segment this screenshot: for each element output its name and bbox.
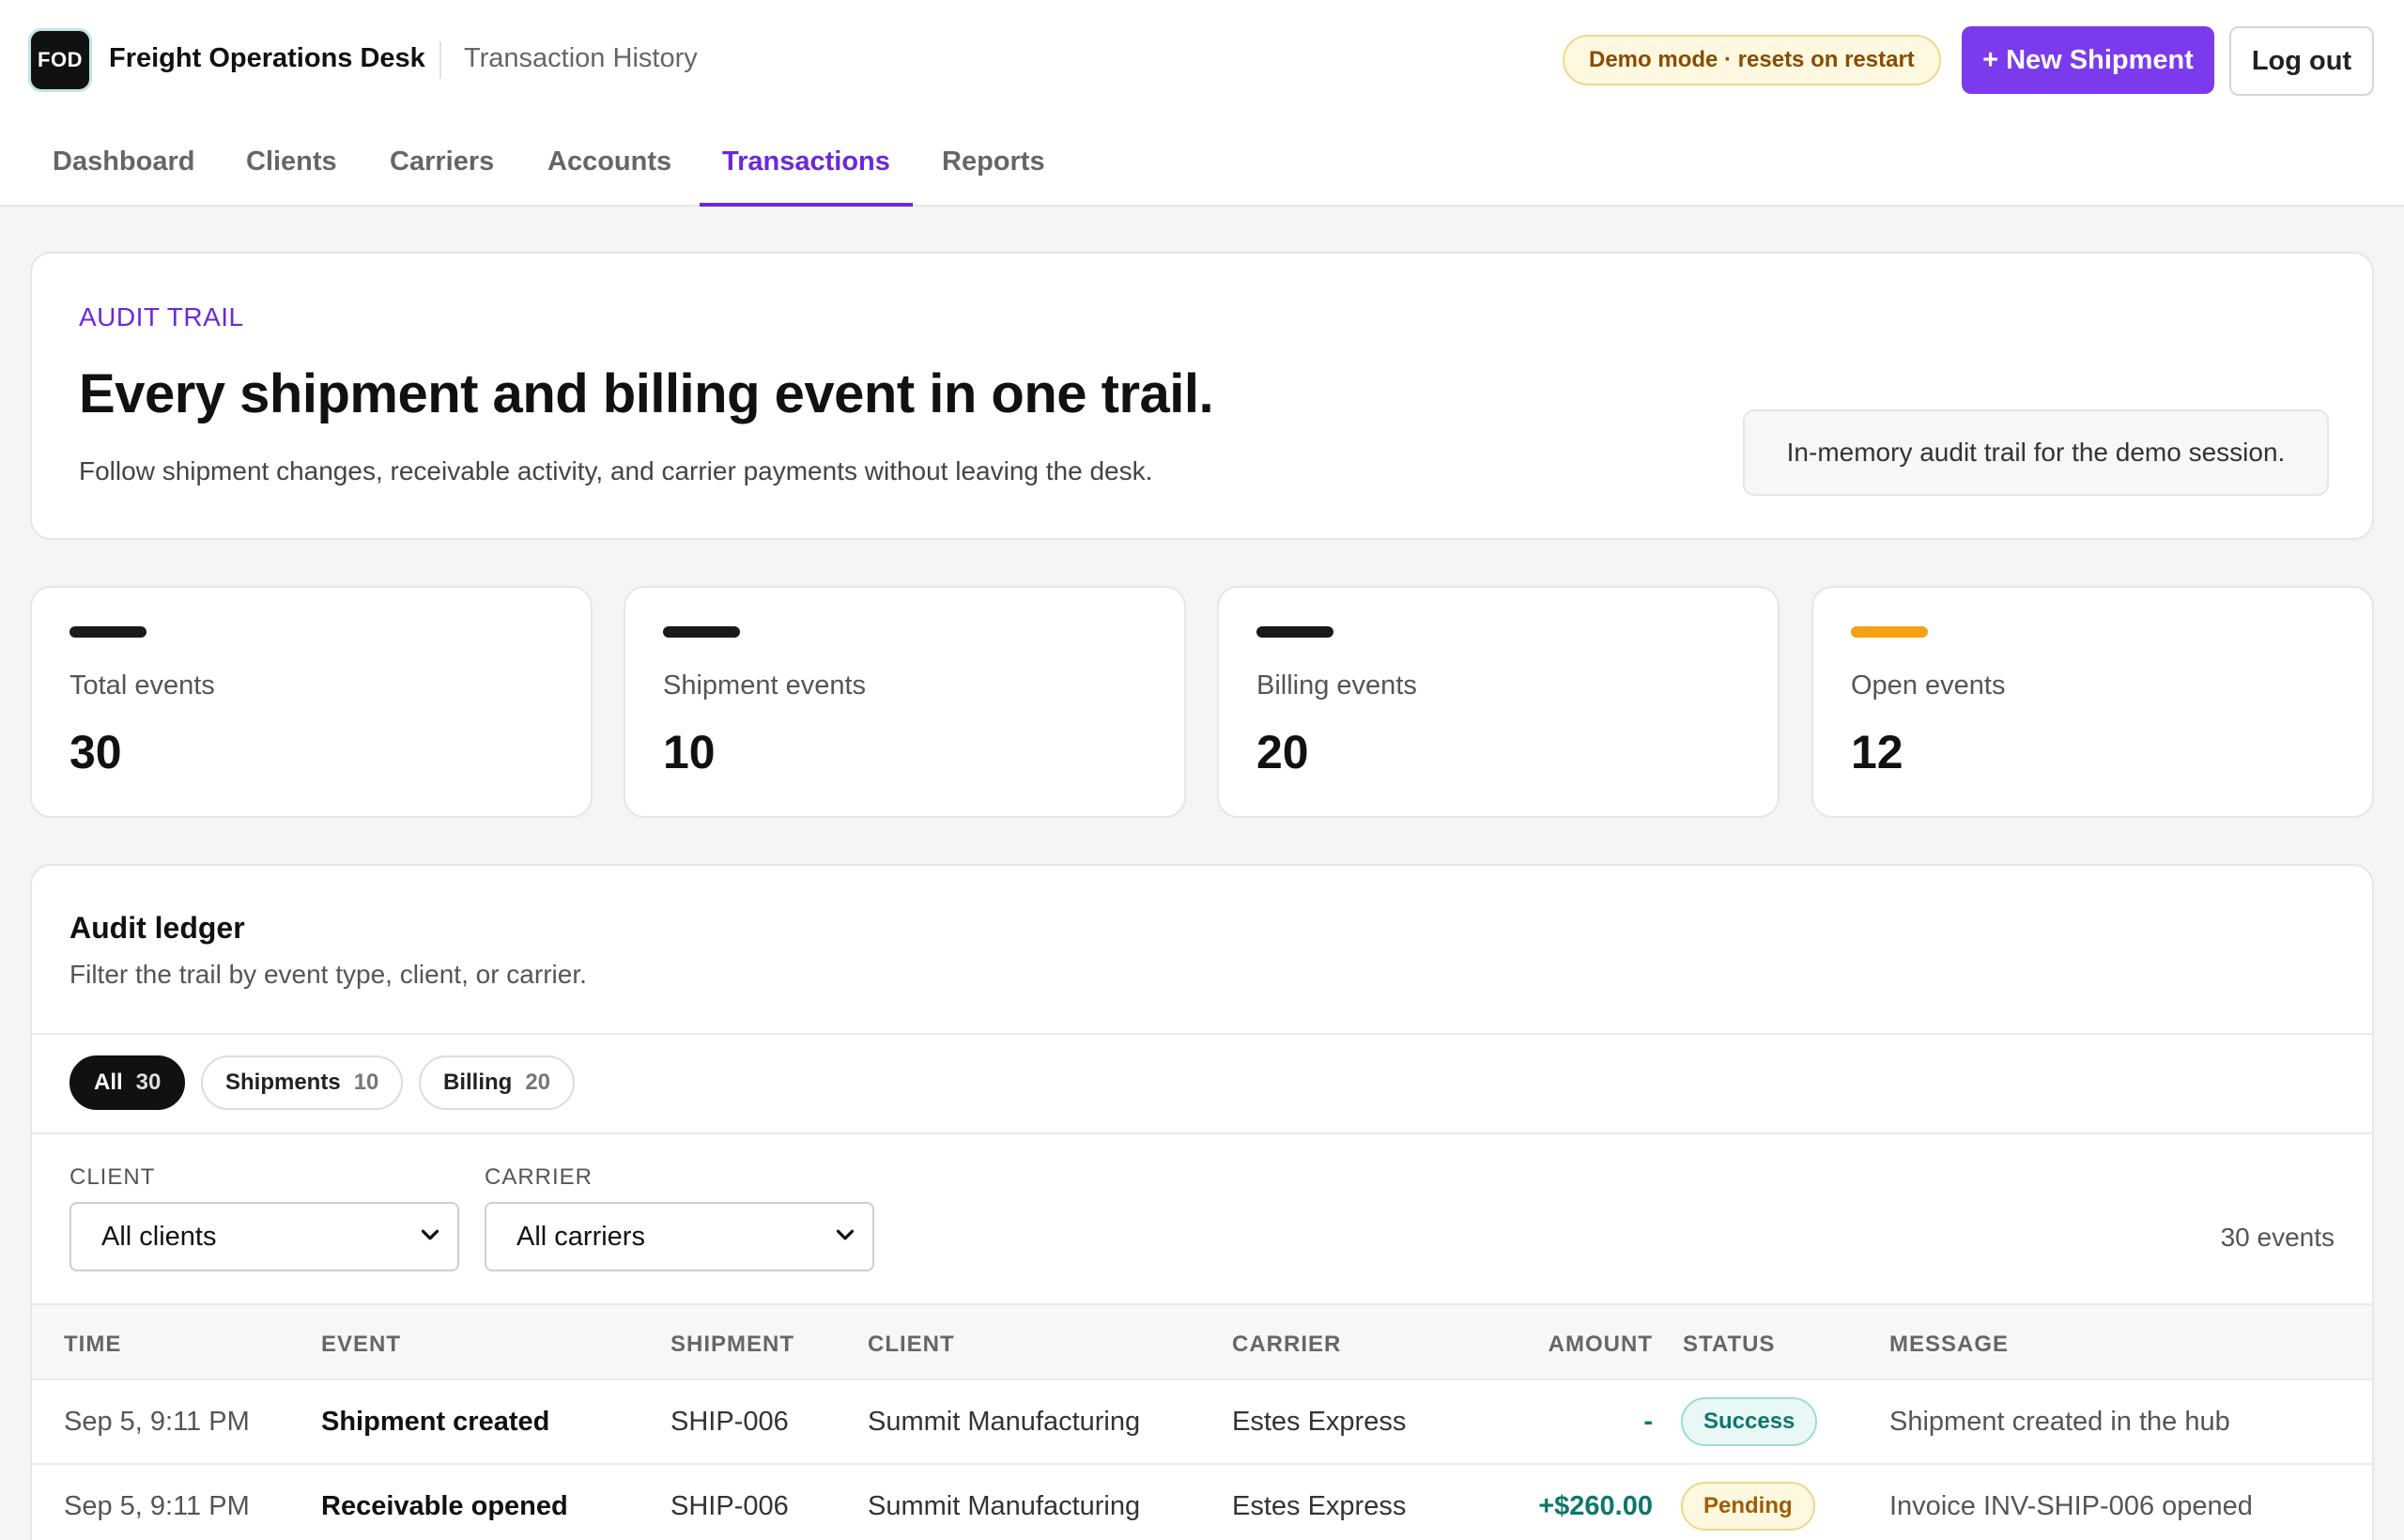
- stat-label: Open events: [1851, 670, 2006, 701]
- cell-message: Invoice INV-SHIP-006 opened: [1889, 1491, 2253, 1521]
- client-select-value: All clients: [101, 1221, 217, 1252]
- column-header-event: EVENT: [321, 1332, 402, 1357]
- app-logo[interactable]: FOD: [28, 28, 92, 92]
- stat-value: 30: [69, 726, 122, 778]
- carrier-select[interactable]: All carriers: [485, 1202, 874, 1271]
- cell-shipment[interactable]: SHIP-006: [670, 1491, 789, 1522]
- cell-carrier: Estes Express: [1232, 1407, 1407, 1437]
- ledger-subtitle: Filter the trail by event type, client, …: [69, 960, 587, 989]
- carrier-filter-label: CARRIER: [485, 1164, 593, 1190]
- stat-accent-bar: [1256, 626, 1333, 638]
- tab-transactions[interactable]: Transactions: [700, 131, 913, 207]
- audit-ledger-card: Audit ledger Filter the trail by event t…: [30, 864, 2374, 1540]
- chevron-down-icon: [421, 1229, 439, 1240]
- cell-time: Sep 5, 9:11 PM: [64, 1407, 250, 1437]
- stat-card-total-events: Total events 30: [30, 586, 593, 818]
- stat-value: 20: [1256, 726, 1309, 778]
- pill-label: Billing: [443, 1070, 513, 1095]
- hero-kicker: AUDIT TRAIL: [79, 302, 244, 331]
- filter-pill-all[interactable]: All 30: [69, 1055, 186, 1110]
- carrier-select-value: All carriers: [516, 1221, 645, 1252]
- cell-amount: -: [1643, 1407, 1653, 1437]
- table-header: TIME EVENT SHIPMENT CLIENT CARRIER AMOUN…: [32, 1303, 2372, 1378]
- audit-trail-hero: AUDIT TRAIL Every shipment and billing e…: [30, 252, 2374, 540]
- client-select[interactable]: All clients: [69, 1202, 459, 1271]
- new-shipment-button[interactable]: + New Shipment: [1962, 26, 2214, 94]
- divider: [32, 1132, 2372, 1134]
- chevron-down-icon: [836, 1229, 855, 1240]
- column-header-shipment: SHIPMENT: [670, 1332, 795, 1357]
- cell-client: Summit Manufacturing: [868, 1407, 1141, 1437]
- tab-clients[interactable]: Clients: [223, 131, 360, 207]
- stat-accent-bar: [1851, 626, 1928, 638]
- cell-client: Summit Manufacturing: [868, 1491, 1141, 1521]
- ledger-title: Audit ledger: [69, 911, 245, 945]
- column-header-status: STATUS: [1683, 1332, 1776, 1357]
- pill-label: All: [94, 1070, 123, 1095]
- stat-value: 12: [1851, 726, 1903, 778]
- stat-accent-bar: [69, 626, 146, 638]
- pill-label: Shipments: [225, 1070, 341, 1095]
- pill-count: 30: [135, 1070, 162, 1095]
- cell-message: Shipment created in the hub: [1889, 1407, 2230, 1437]
- status-badge: Success: [1681, 1397, 1818, 1446]
- stat-accent-bar: [663, 626, 740, 638]
- stat-card-shipment-events: Shipment events 10: [624, 586, 1186, 818]
- column-header-carrier: CARRIER: [1232, 1332, 1342, 1357]
- stat-card-billing-events: Billing events 20: [1217, 586, 1780, 818]
- status-badge: Pending: [1681, 1482, 1815, 1531]
- table-row[interactable]: Sep 5, 9:11 PM Shipment created SHIP-006…: [32, 1378, 2372, 1463]
- events-count: 30 events: [2220, 1223, 2335, 1252]
- logout-button[interactable]: Log out: [2229, 26, 2374, 96]
- column-header-client: CLIENT: [868, 1332, 955, 1357]
- column-header-time: TIME: [64, 1332, 122, 1357]
- hero-subtitle: Follow shipment changes, receivable acti…: [79, 456, 1153, 485]
- pill-count: 20: [525, 1070, 551, 1095]
- pill-count: 10: [353, 1070, 379, 1095]
- tab-accounts[interactable]: Accounts: [525, 131, 694, 207]
- hero-title: Every shipment and billing event in one …: [79, 363, 1214, 424]
- stat-label: Billing events: [1256, 670, 1417, 701]
- column-header-message: MESSAGE: [1889, 1332, 2010, 1357]
- tab-carriers[interactable]: Carriers: [367, 131, 516, 207]
- cell-shipment[interactable]: SHIP-006: [670, 1407, 789, 1438]
- stat-value: 10: [663, 726, 716, 778]
- stat-label: Shipment events: [663, 670, 867, 701]
- divider: [32, 1033, 2372, 1035]
- demo-mode-badge: Demo mode · resets on restart: [1563, 35, 1941, 85]
- filter-pill-billing[interactable]: Billing 20: [419, 1055, 576, 1110]
- header-separator: [439, 41, 441, 79]
- table-row[interactable]: Sep 5, 9:11 PM Receivable opened SHIP-00…: [32, 1463, 2372, 1540]
- cell-carrier: Estes Express: [1232, 1491, 1407, 1521]
- tab-dashboard[interactable]: Dashboard: [30, 131, 217, 207]
- page-breadcrumb: Transaction History: [464, 43, 698, 73]
- cell-event: Shipment created: [321, 1407, 550, 1437]
- column-header-amount: AMOUNT: [1548, 1332, 1653, 1357]
- main-nav: Dashboard Clients Carriers Accounts Tran…: [0, 131, 2404, 207]
- client-filter-label: CLIENT: [69, 1164, 156, 1190]
- app-name[interactable]: Freight Operations Desk: [109, 43, 425, 74]
- hero-note: In-memory audit trail for the demo sessi…: [1743, 409, 2329, 496]
- stat-card-open-events: Open events 12: [1811, 586, 2374, 818]
- filter-pill-shipments[interactable]: Shipments 10: [201, 1055, 404, 1110]
- top-bar: FOD Freight Operations Desk Transaction …: [0, 0, 2404, 207]
- stat-label: Total events: [69, 670, 215, 701]
- cell-time: Sep 5, 9:11 PM: [64, 1491, 250, 1521]
- cell-event: Receivable opened: [321, 1491, 568, 1521]
- tab-reports[interactable]: Reports: [919, 131, 1068, 207]
- cell-amount: +$260.00: [1538, 1491, 1653, 1521]
